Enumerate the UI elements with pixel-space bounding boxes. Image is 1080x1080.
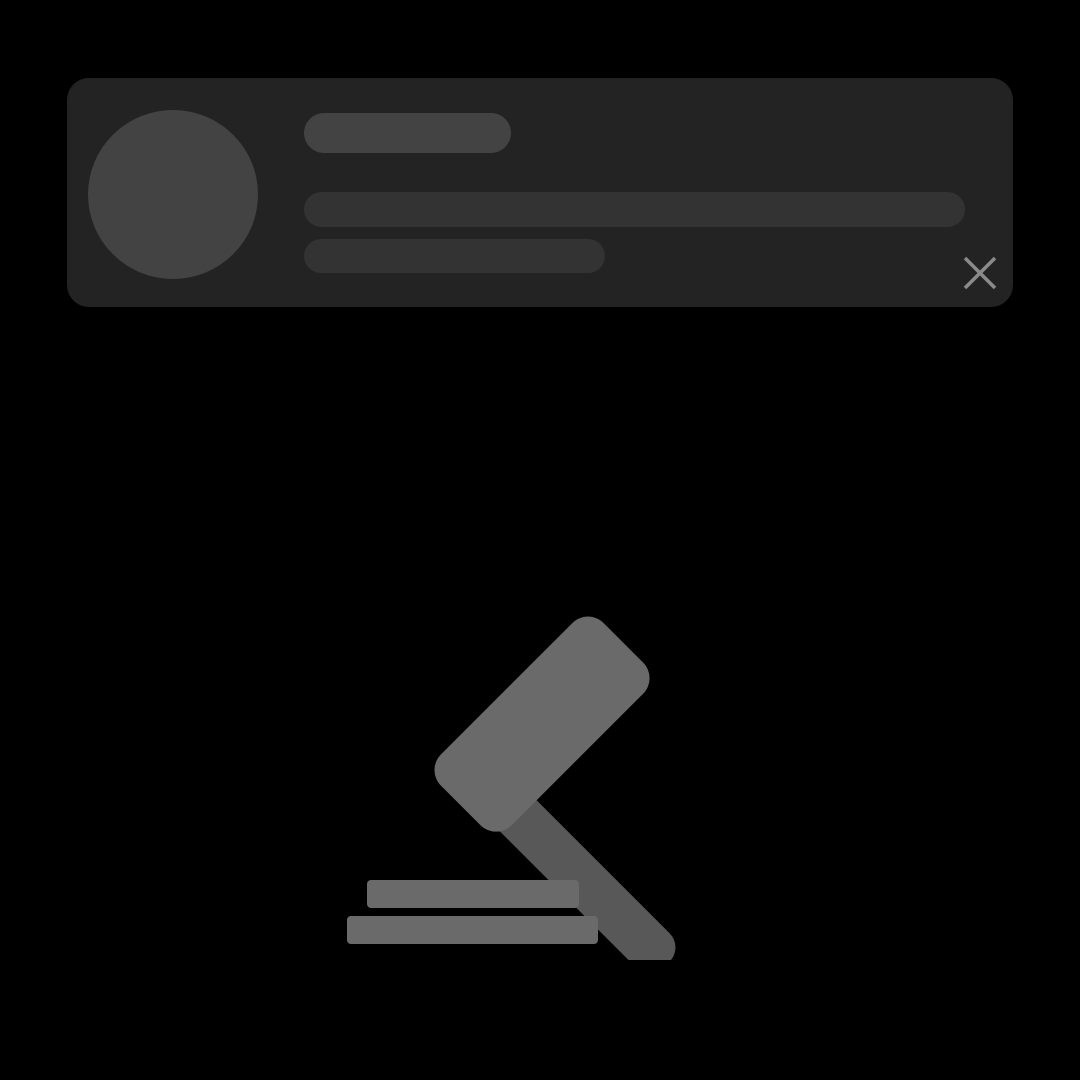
title-placeholder: [304, 113, 511, 153]
close-button[interactable]: [958, 251, 1002, 295]
avatar-placeholder: [88, 110, 258, 279]
gavel-base-bottom: [347, 916, 598, 944]
gavel-base-top: [367, 880, 579, 908]
text-line-placeholder: [304, 192, 965, 227]
notification-card-skeleton: [67, 78, 1013, 307]
screen: [0, 0, 1080, 1080]
text-line-placeholder: [304, 239, 605, 273]
close-icon: [963, 256, 997, 290]
gavel-icon: [347, 616, 676, 960]
